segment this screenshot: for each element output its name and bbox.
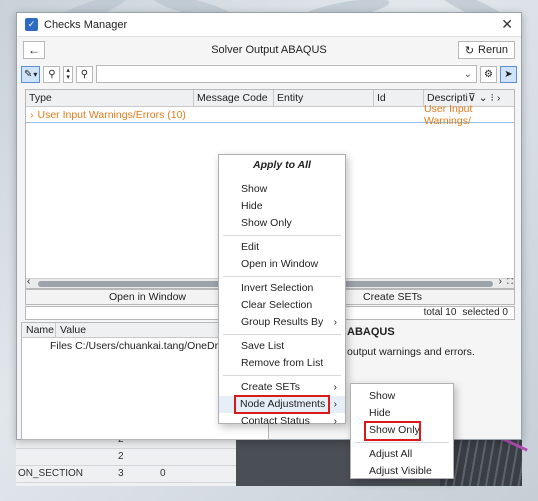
chevron-right-icon[interactable]: ›: [499, 276, 502, 287]
submenu-item-show-only[interactable]: Show Only: [351, 421, 453, 441]
magnifier-icon: ⚲: [48, 68, 56, 80]
back-button[interactable]: ←: [23, 41, 45, 59]
close-icon[interactable]: ✕: [501, 16, 513, 33]
column-header[interactable]: Entity: [274, 90, 374, 106]
total-count: total 10: [423, 307, 457, 318]
window-title: Checks Manager: [44, 18, 128, 31]
menu-item-save-list[interactable]: Save List: [219, 338, 345, 355]
chevron-up-icon: ▴: [66, 67, 70, 74]
chevron-left-icon[interactable]: ‹: [27, 276, 30, 287]
menu-item-label: Contact Status: [241, 415, 310, 427]
menu-item-show[interactable]: Show: [219, 181, 345, 198]
chevron-down-icon: ⌄: [463, 68, 472, 80]
page-title: Solver Output ABAQUS: [211, 44, 327, 56]
search-input[interactable]: ⌄: [95, 65, 477, 83]
pointer-icon: ✎: [24, 68, 33, 80]
group-label: User Input Warnings/Errors (10): [37, 108, 186, 121]
refresh-icon: ↻: [464, 44, 475, 57]
select-mode-button[interactable]: ➤: [500, 65, 517, 83]
gear-icon: ⚙: [484, 68, 493, 80]
chevron-right-icon[interactable]: ›: [26, 109, 34, 121]
menu-separator: [223, 276, 341, 277]
menu-item-node-adjustments[interactable]: Node Adjustments ›: [219, 395, 345, 414]
group-description: User Input Warnings/: [424, 102, 473, 127]
arrow-left-icon: ←: [28, 43, 40, 57]
menu-item-invert-selection[interactable]: Invert Selection: [219, 280, 345, 297]
column-header[interactable]: Id: [374, 90, 424, 106]
context-menu-header: Apply to All: [253, 159, 311, 171]
chevron-right-icon: ›: [333, 382, 337, 393]
menu-item-label: Node Adjustments: [234, 395, 330, 414]
menu-item-clear-selection[interactable]: Clear Selection: [219, 297, 345, 314]
search-button[interactable]: ⚲: [75, 65, 93, 83]
app-icon: ✓: [25, 18, 38, 31]
table-row[interactable]: › User Input Warnings/Errors (10) User I…: [26, 103, 514, 127]
search-icon: ⚲: [80, 68, 89, 80]
menu-item-edit[interactable]: Edit: [219, 239, 345, 256]
property-name: Files: [50, 340, 73, 352]
menu-item-group-results-by[interactable]: Group Results By ›: [219, 314, 345, 331]
toolbar: ✎ ▾ ⚲ ▴ ▾ ⚲ ⌄ ⚙ ➤: [17, 63, 521, 85]
submenu-item-show[interactable]: Show: [351, 388, 453, 405]
settings-button[interactable]: ⚙: [480, 65, 497, 83]
column-header: Name: [22, 323, 56, 337]
expand-icon[interactable]: ⛶: [507, 277, 513, 287]
submenu-item-adjust-visible[interactable]: Adjust Visible: [351, 463, 453, 480]
context-menu: Apply to All Show Hide Show Only Edit Op…: [218, 154, 346, 427]
menu-separator: [223, 235, 341, 236]
menu-separator: [223, 375, 341, 376]
menu-item-label: Group Results By: [241, 316, 324, 328]
menu-item-open-in-window[interactable]: Open in Window: [219, 256, 345, 273]
menu-item-label: Create SETs: [241, 381, 300, 393]
zoom-button[interactable]: ⚲: [43, 65, 61, 83]
node-adjustments-submenu: Show Hide Show Only Adjust All Adjust Vi…: [350, 383, 454, 479]
chevron-down-icon: ▾: [66, 74, 70, 81]
cursor-icon: ➤: [504, 68, 513, 80]
submenu-item-adjust-all[interactable]: Adjust All: [351, 446, 453, 463]
rerun-label: Rerun: [478, 44, 508, 56]
menu-item-show-only[interactable]: Show Only: [219, 215, 345, 232]
menu-separator: [223, 334, 341, 335]
column-header[interactable]: Type: [26, 90, 194, 106]
menu-item-remove-from-list[interactable]: Remove from List: [219, 355, 345, 372]
menu-item-hide[interactable]: Hide: [219, 198, 345, 215]
chevron-right-icon: ›: [333, 416, 337, 427]
rerun-button[interactable]: ↻ Rerun: [457, 41, 515, 59]
menu-item-contact-status[interactable]: Contact Status ›: [219, 413, 345, 430]
background-table-row: ON_SECTION 3 0: [16, 466, 236, 483]
submenu-item-hide[interactable]: Hide: [351, 405, 453, 422]
pick-tool-button[interactable]: ✎ ▾: [21, 65, 41, 83]
header-row: ← Solver Output ABAQUS ↻ Rerun: [17, 37, 521, 63]
background-table-row: 2: [16, 449, 236, 466]
chevron-down-icon: ▾: [33, 69, 38, 79]
title-bar: ✓ Checks Manager ✕: [17, 13, 521, 37]
menu-separator: [355, 442, 449, 443]
chevron-right-icon: ›: [333, 317, 337, 328]
menu-item-label: Show Only: [364, 421, 421, 441]
zoom-stepper[interactable]: ▴ ▾: [63, 65, 73, 83]
menu-item-create-sets[interactable]: Create SETs ›: [219, 379, 345, 396]
chevron-right-icon: ›: [333, 399, 337, 410]
selected-count: selected 0: [462, 307, 508, 318]
column-header[interactable]: Message Code: [194, 90, 274, 106]
